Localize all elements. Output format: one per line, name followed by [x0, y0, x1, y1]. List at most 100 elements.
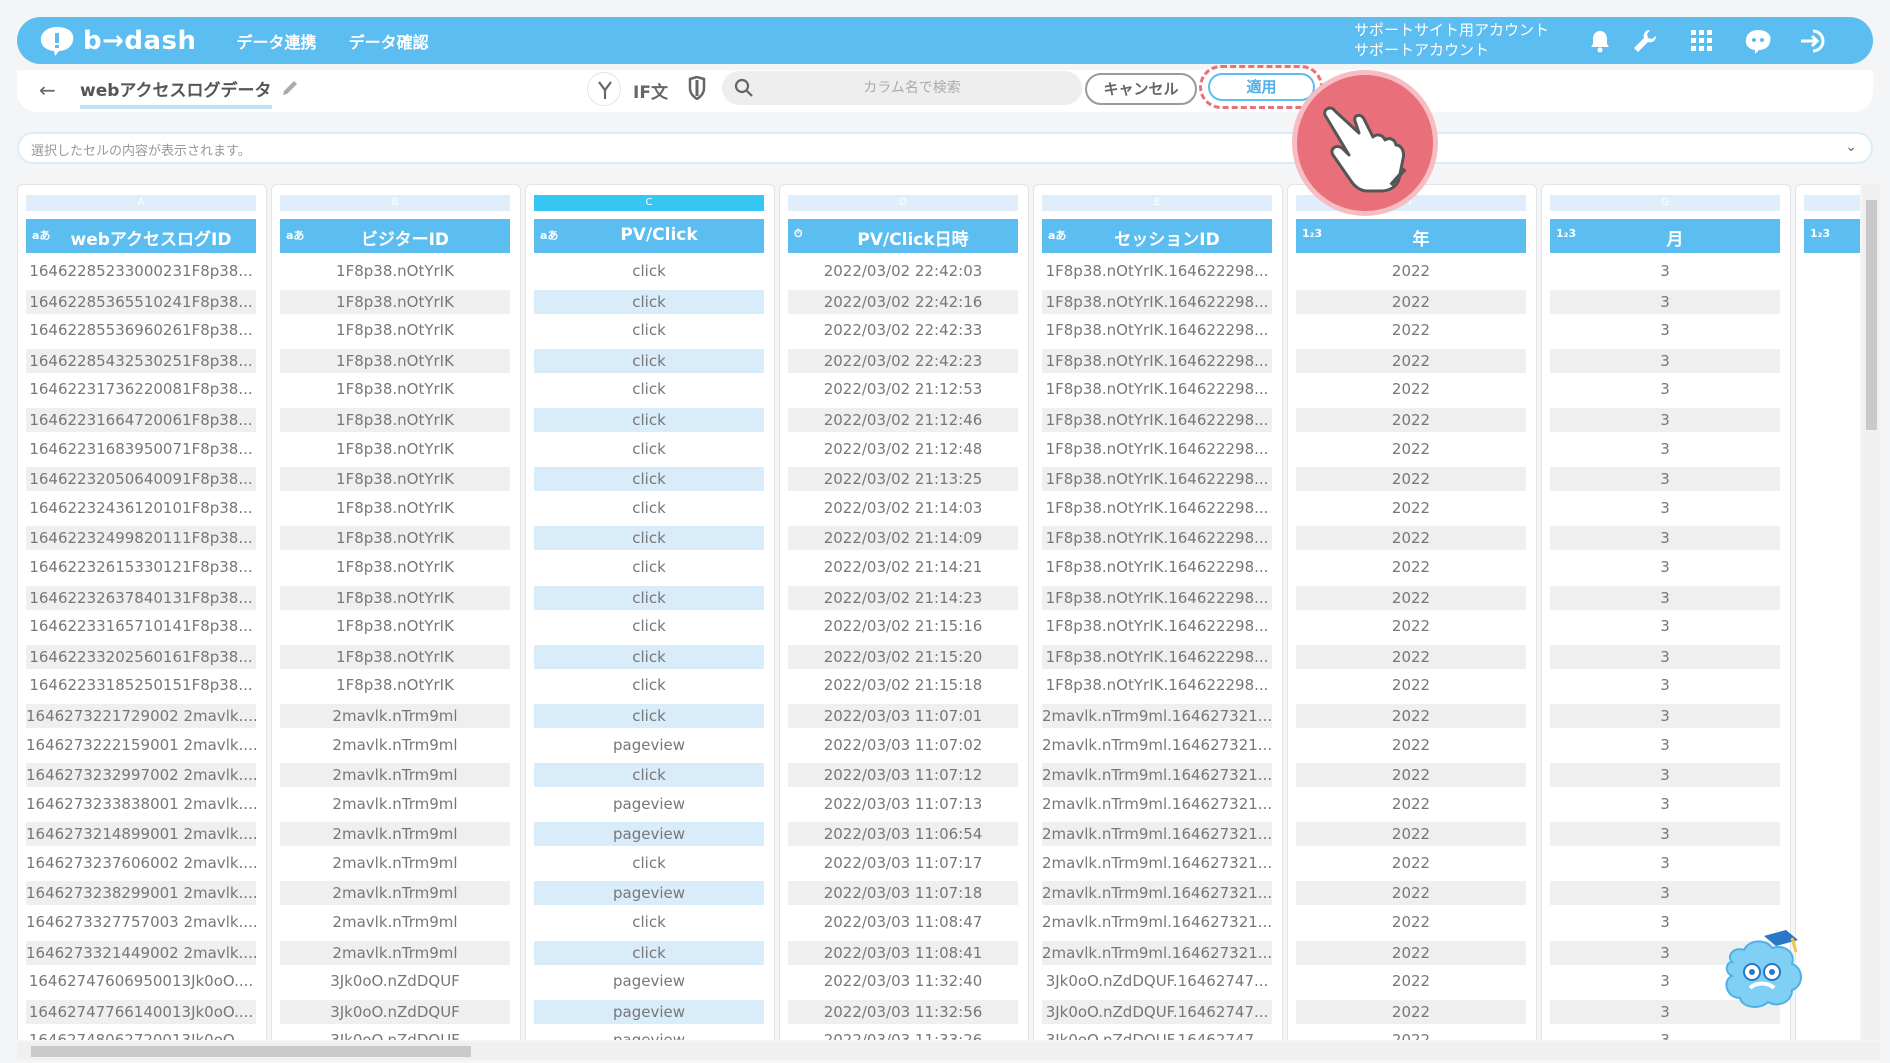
table-cell[interactable]: 2mavlk.nTrm9ml.164627321... [1042, 703, 1272, 728]
table-cell[interactable]: 2022 [1296, 644, 1526, 669]
table-cell[interactable]: 16462232436120101F8p38... [26, 494, 256, 524]
table-cell[interactable]: 1F8p38.nOtYrIK [280, 289, 510, 314]
table-cell[interactable]: 3 [1550, 289, 1780, 314]
branch-button[interactable] [587, 72, 621, 106]
table-cell[interactable]: click [534, 289, 764, 314]
column-letter[interactable]: C [534, 195, 764, 211]
table-cell[interactable]: 2022 [1296, 703, 1526, 728]
table-cell[interactable]: 16462232637840131F8p38... [26, 585, 256, 610]
table-cell[interactable]: 16462285233000231F8p38... [26, 257, 256, 287]
table-cell[interactable]: 2022/03/03 11:07:02 [788, 731, 1018, 761]
table-cell[interactable]: 2mavlk.nTrm9ml [280, 731, 510, 761]
table-cell[interactable]: 3Jk0oO.nZdDQUF [280, 967, 510, 997]
table-cell[interactable]: click [534, 407, 764, 432]
table-cell[interactable]: 2022 [1296, 467, 1526, 492]
table-cell[interactable]: click [534, 612, 764, 642]
table-cell[interactable]: 1F8p38.nOtYrIK.164622298... [1042, 289, 1272, 314]
table-cell[interactable]: 1F8p38.nOtYrIK [280, 316, 510, 346]
table-cell[interactable]: 2022/03/02 22:42:03 [788, 257, 1018, 287]
table-cell[interactable]: click [534, 671, 764, 701]
table-cell[interactable]: 1646273327757003 2mavlk.... [26, 908, 256, 938]
table-cell[interactable]: 2mavlk.nTrm9ml [280, 703, 510, 728]
table-cell[interactable]: 1F8p38.nOtYrIK [280, 375, 510, 405]
table-cell[interactable]: 2022/03/03 11:07:01 [788, 703, 1018, 728]
table-cell[interactable]: click [534, 908, 764, 938]
table-cell[interactable]: 1646273214899001 2mavlk.... [26, 822, 256, 847]
table-cell[interactable]: 3Jk0oO.nZdDQUF [280, 999, 510, 1024]
table-cell[interactable]: 2022 [1296, 494, 1526, 524]
table-cell[interactable]: 2022 [1296, 790, 1526, 820]
cell-content-bar[interactable]: 選択したセルの内容が表示されます。 ⌄ [17, 132, 1873, 164]
table-cell[interactable]: 3 [1550, 644, 1780, 669]
table-cell[interactable]: 1F8p38.nOtYrIK [280, 257, 510, 287]
table-cell[interactable]: pageview [534, 881, 764, 906]
table-cell[interactable]: 1F8p38.nOtYrIK [280, 585, 510, 610]
table-cell[interactable]: 3 [1550, 585, 1780, 610]
table-cell[interactable]: 1646273237606002 2mavlk.... [26, 849, 256, 879]
table-cell[interactable]: 2022 [1296, 849, 1526, 879]
mascot-icon[interactable] [1712, 928, 1812, 1018]
table-cell[interactable]: 16462285432530251F8p38... [26, 348, 256, 373]
table-cell[interactable]: 1F8p38.nOtYrIK [280, 553, 510, 583]
table-cell[interactable]: pageview [534, 790, 764, 820]
column-letter[interactable]: B [280, 195, 510, 211]
logout-icon[interactable] [1799, 26, 1829, 56]
table-cell[interactable]: 3 [1550, 316, 1780, 346]
column-letter[interactable]: E [1042, 195, 1272, 211]
if-statement-button[interactable]: IF文 [633, 78, 668, 103]
table-cell[interactable]: 2022/03/02 22:42:16 [788, 289, 1018, 314]
back-arrow-icon[interactable]: ← [39, 78, 56, 102]
column-letter[interactable]: G [1550, 195, 1780, 211]
table-cell[interactable]: 2022/03/03 11:08:47 [788, 908, 1018, 938]
table-cell[interactable]: 1F8p38.nOtYrIK [280, 467, 510, 492]
table-cell[interactable]: 3Jk0oO.nZdDQUF [280, 1026, 510, 1040]
table-cell[interactable]: 1F8p38.nOtYrIK.164622298... [1042, 467, 1272, 492]
table-cell[interactable]: 2022/03/03 11:08:41 [788, 940, 1018, 965]
column-header[interactable]: 1₂3 [1804, 219, 1860, 253]
table-cell[interactable]: 3 [1550, 553, 1780, 583]
table-cell[interactable]: 2022 [1296, 435, 1526, 465]
table-cell[interactable]: 1F8p38.nOtYrIK [280, 407, 510, 432]
column-letter[interactable]: D [788, 195, 1018, 211]
logo[interactable]: b→dash [37, 25, 197, 57]
table-cell[interactable]: 2022/03/03 11:32:56 [788, 999, 1018, 1024]
table-cell[interactable]: click [534, 467, 764, 492]
table-cell[interactable]: 3 [1550, 526, 1780, 551]
table-cell[interactable]: 2022/03/02 21:15:18 [788, 671, 1018, 701]
table-cell[interactable]: pageview [534, 731, 764, 761]
table-cell[interactable]: 2mavlk.nTrm9ml.164627321... [1042, 881, 1272, 906]
column-header[interactable]: aあ ビジターID [280, 219, 510, 253]
table-cell[interactable]: 2022/03/03 11:32:40 [788, 967, 1018, 997]
column-header[interactable]: 1₂3 月 [1550, 219, 1780, 253]
table-cell[interactable]: 1F8p38.nOtYrIK [280, 526, 510, 551]
table-cell[interactable]: 2022/03/03 11:06:54 [788, 822, 1018, 847]
table-cell[interactable]: 16462748062720013Jk0oO.... [26, 1026, 256, 1040]
table-cell[interactable]: 2022 [1296, 822, 1526, 847]
table-cell[interactable]: 16462232050640091F8p38... [26, 467, 256, 492]
table-cell[interactable]: 2022 [1296, 348, 1526, 373]
table-cell[interactable]: 3 [1550, 257, 1780, 287]
grid-menu-icon[interactable] [1687, 26, 1717, 56]
table-cell[interactable]: 1F8p38.nOtYrIK [280, 435, 510, 465]
table-cell[interactable]: 3 [1550, 790, 1780, 820]
table-cell[interactable]: 2022 [1296, 999, 1526, 1024]
table-cell[interactable]: 2022/03/02 21:14:21 [788, 553, 1018, 583]
table-cell[interactable]: 1646273221729002 2mavlk.... [26, 703, 256, 728]
table-cell[interactable]: 2022 [1296, 375, 1526, 405]
table-cell[interactable]: 16462285365510241F8p38... [26, 289, 256, 314]
table-cell[interactable]: click [534, 940, 764, 965]
table-cell[interactable]: 2022 [1296, 585, 1526, 610]
shield-icon[interactable] [687, 76, 707, 100]
table-cell[interactable]: 16462231664720061F8p38... [26, 407, 256, 432]
table-cell[interactable]: click [534, 348, 764, 373]
table-cell[interactable]: 2mavlk.nTrm9ml [280, 822, 510, 847]
table-cell[interactable]: 1F8p38.nOtYrIK.164622298... [1042, 375, 1272, 405]
table-cell[interactable]: click [534, 257, 764, 287]
table-cell[interactable]: 2022 [1296, 763, 1526, 788]
table-cell[interactable]: 1F8p38.nOtYrIK.164622298... [1042, 407, 1272, 432]
table-cell[interactable]: 2022/03/02 21:12:48 [788, 435, 1018, 465]
table-cell[interactable]: 2022 [1296, 1026, 1526, 1040]
table-cell[interactable]: 2022 [1296, 316, 1526, 346]
table-cell[interactable]: 2mavlk.nTrm9ml.164627321... [1042, 790, 1272, 820]
column-header[interactable]: 1₂3 年 [1296, 219, 1526, 253]
